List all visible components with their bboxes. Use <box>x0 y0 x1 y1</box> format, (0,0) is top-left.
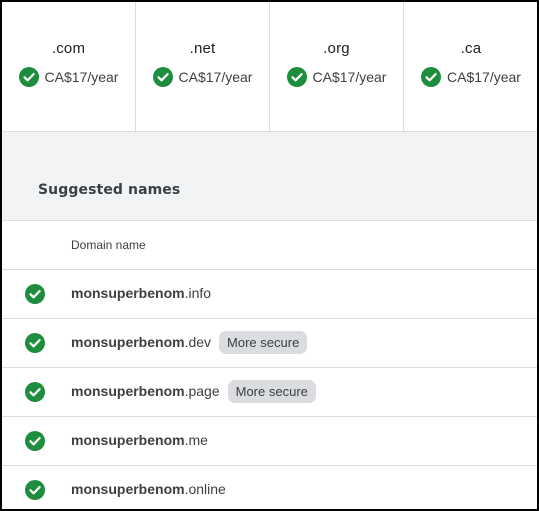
tld-price-strip: .com CA$17/year .net CA$17/year .org CA$… <box>2 2 537 132</box>
domain-name: monsuperbenom .info <box>71 285 211 301</box>
domain-base: monsuperbenom <box>71 285 185 301</box>
tld-card-org[interactable]: .org CA$17/year <box>270 2 404 131</box>
tld-price: CA$17/year <box>447 69 521 85</box>
check-circle-icon <box>25 333 45 353</box>
table-row[interactable]: monsuperbenom .info <box>2 270 537 319</box>
tld-card-ca[interactable]: .ca CA$17/year <box>404 2 537 131</box>
table-row[interactable]: monsuperbenom .online <box>2 466 537 509</box>
domain-extension: .online <box>184 481 226 497</box>
check-circle-icon <box>25 284 45 304</box>
tld-card-com[interactable]: .com CA$17/year <box>2 2 136 131</box>
check-circle-icon <box>152 67 173 87</box>
more-secure-badge: More secure <box>227 379 316 403</box>
check-circle-icon <box>25 382 45 402</box>
table-row[interactable]: monsuperbenom .page More secure <box>2 368 537 417</box>
check-circle-icon <box>18 67 39 87</box>
tld-name: .net <box>189 40 216 57</box>
tld-price: CA$17/year <box>178 69 253 85</box>
tld-name: .org <box>323 40 350 57</box>
tld-price: CA$17/year <box>44 69 119 85</box>
tld-card-net[interactable]: .net CA$17/year <box>136 2 270 131</box>
section-title: Suggested names <box>38 182 181 198</box>
check-circle-icon <box>286 67 307 87</box>
more-secure-badge: More secure <box>219 330 308 354</box>
check-circle-icon <box>25 431 45 451</box>
domain-extension: .info <box>184 285 212 301</box>
domain-base: monsuperbenom <box>71 432 185 448</box>
tld-name: .ca <box>460 40 482 57</box>
domain-name: monsuperbenom .online <box>71 481 226 497</box>
domain-name: monsuperbenom .me <box>71 432 208 448</box>
check-circle-icon <box>25 480 45 500</box>
table-row[interactable]: monsuperbenom .me <box>2 417 537 466</box>
domain-extension: .dev <box>184 334 212 350</box>
table-header: Domain name <box>2 221 537 270</box>
domain-base: monsuperbenom <box>71 334 185 350</box>
table-row[interactable]: monsuperbenom .dev More secure <box>2 319 537 368</box>
domain-name: monsuperbenom .dev More secure <box>71 330 308 354</box>
domain-search-panel: .com CA$17/year .net CA$17/year .org CA$… <box>0 0 539 511</box>
domain-extension: .page <box>184 383 220 399</box>
suggested-names-header: Suggested names <box>2 132 537 221</box>
column-header-domain-name: Domain name <box>71 238 146 252</box>
domain-extension: .me <box>184 432 208 448</box>
domain-base: monsuperbenom <box>71 481 185 497</box>
domain-base: monsuperbenom <box>71 383 185 399</box>
check-circle-icon <box>421 67 442 87</box>
domain-name: monsuperbenom .page More secure <box>71 379 316 403</box>
tld-name: .com <box>51 40 86 57</box>
tld-price: CA$17/year <box>312 69 387 85</box>
